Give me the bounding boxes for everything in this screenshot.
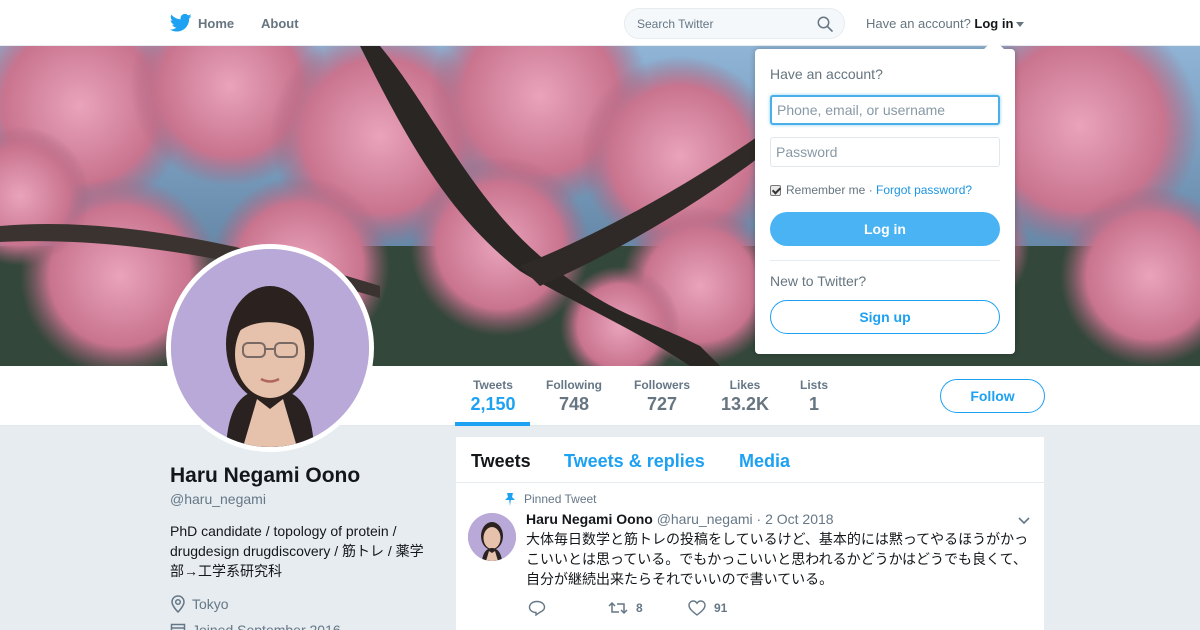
caret-down-icon: [1016, 22, 1025, 28]
remember-me-checkbox[interactable]: [770, 184, 781, 196]
reply-button[interactable]: [528, 600, 554, 616]
pinned-label: Pinned Tweet: [524, 492, 597, 506]
tab-tweets-and-replies[interactable]: Tweets & replies: [564, 451, 705, 472]
chevron-down-icon[interactable]: [1017, 516, 1031, 526]
timeline-tabs: Tweets Tweets & replies Media: [456, 437, 1044, 483]
tweet-timeline: Tweets Tweets & replies Media Pinned Twe…: [456, 437, 1044, 630]
stat-label: Following: [546, 378, 602, 392]
stat-label: Lists: [799, 378, 828, 392]
like-button[interactable]: 91: [688, 600, 727, 616]
stat-likes[interactable]: Likes 13.2K: [720, 378, 770, 415]
retweet-icon: [608, 601, 628, 615]
stat-followers[interactable]: Followers 727: [633, 378, 691, 415]
profile-avatar[interactable]: [166, 244, 374, 452]
search-box: [624, 8, 845, 39]
about-nav-link[interactable]: About: [261, 16, 299, 31]
tweet-separator: ·: [756, 511, 762, 527]
signup-button[interactable]: Sign up: [770, 300, 1000, 334]
remember-me-row: Remember me · Forgot password?: [770, 183, 972, 197]
stat-value: 13.2K: [720, 394, 770, 414]
stat-label: Followers: [633, 378, 690, 392]
stat-tweets[interactable]: Tweets 2,150: [470, 378, 516, 415]
forgot-password-link[interactable]: Forgot password?: [876, 183, 972, 197]
login-dropdown-title: Have an account?: [770, 66, 883, 82]
search-icon[interactable]: [817, 16, 833, 32]
new-to-twitter-text: New to Twitter?: [770, 273, 867, 289]
profile-bio: PhD candidate / topology of protein / dr…: [170, 523, 424, 579]
location-text: Tokyo: [192, 596, 229, 612]
username-field[interactable]: [770, 95, 1000, 125]
login-button[interactable]: Log in: [770, 212, 1000, 246]
pinned-tweet-indicator: Pinned Tweet: [504, 492, 597, 506]
heart-icon: [688, 600, 706, 616]
login-link[interactable]: Log in: [974, 16, 1013, 31]
pin-icon: [505, 493, 515, 506]
divider: [770, 260, 1000, 261]
stat-label: Likes: [729, 378, 761, 392]
login-dropdown: Have an account? Remember me · Forgot pa…: [755, 39, 1015, 354]
stat-value: 1: [808, 394, 819, 414]
follow-button[interactable]: Follow: [940, 379, 1045, 413]
password-field[interactable]: [770, 137, 1000, 167]
twitter-bird-icon: [170, 13, 192, 32]
remember-me-label[interactable]: Remember me: [786, 183, 865, 197]
stat-lists[interactable]: Lists 1: [799, 378, 829, 415]
stat-value: 727: [646, 394, 678, 414]
tweet-date[interactable]: 2 Oct 2018: [765, 511, 834, 527]
remember-separator: ·: [868, 183, 873, 197]
retweet-count: 8: [636, 601, 643, 615]
retweet-button[interactable]: 8: [608, 600, 643, 616]
profile-joined-date: Joined September 2016: [170, 622, 341, 630]
active-stat-underline: [455, 422, 530, 426]
home-nav-link[interactable]: Home: [170, 13, 234, 33]
stat-following[interactable]: Following 748: [545, 378, 603, 415]
profile-handle[interactable]: @haru_negami: [170, 491, 266, 507]
home-label: Home: [198, 15, 235, 31]
tweet-text: 大体毎日数学と筋トレの投稿をしているけど、基本的には黙ってやるほうがかっこいいと…: [526, 531, 1029, 587]
login-menu-toggle[interactable]: Have an account? Log in: [866, 16, 1025, 31]
tweet-actions: 8 91: [528, 600, 828, 620]
tweet-author-avatar[interactable]: [468, 513, 516, 561]
joined-text: Joined September 2016: [192, 622, 341, 630]
tab-tweets[interactable]: Tweets: [471, 451, 531, 472]
calendar-icon: [170, 623, 186, 630]
location-pin-icon: [171, 595, 185, 613]
profile-name: Haru Negami Oono: [170, 464, 361, 487]
profile-location: Tokyo: [170, 595, 229, 613]
stat-value: 748: [558, 394, 590, 414]
top-navigation-bar: Home About Have an account? Log in: [0, 0, 1200, 46]
stat-value: 2,150: [470, 394, 516, 414]
tweet-author-name[interactable]: Haru Negami Oono: [526, 511, 653, 527]
reply-icon: [528, 600, 546, 616]
tweet-header: Haru Negami Oono @haru_negami · 2 Oct 20…: [526, 511, 834, 527]
like-count: 91: [714, 601, 728, 615]
tweet-author-handle[interactable]: @haru_negami: [657, 511, 753, 527]
tab-media[interactable]: Media: [739, 451, 790, 472]
search-input[interactable]: [625, 9, 805, 38]
stat-label: Tweets: [473, 378, 513, 392]
have-account-text: Have an account?: [866, 16, 971, 31]
